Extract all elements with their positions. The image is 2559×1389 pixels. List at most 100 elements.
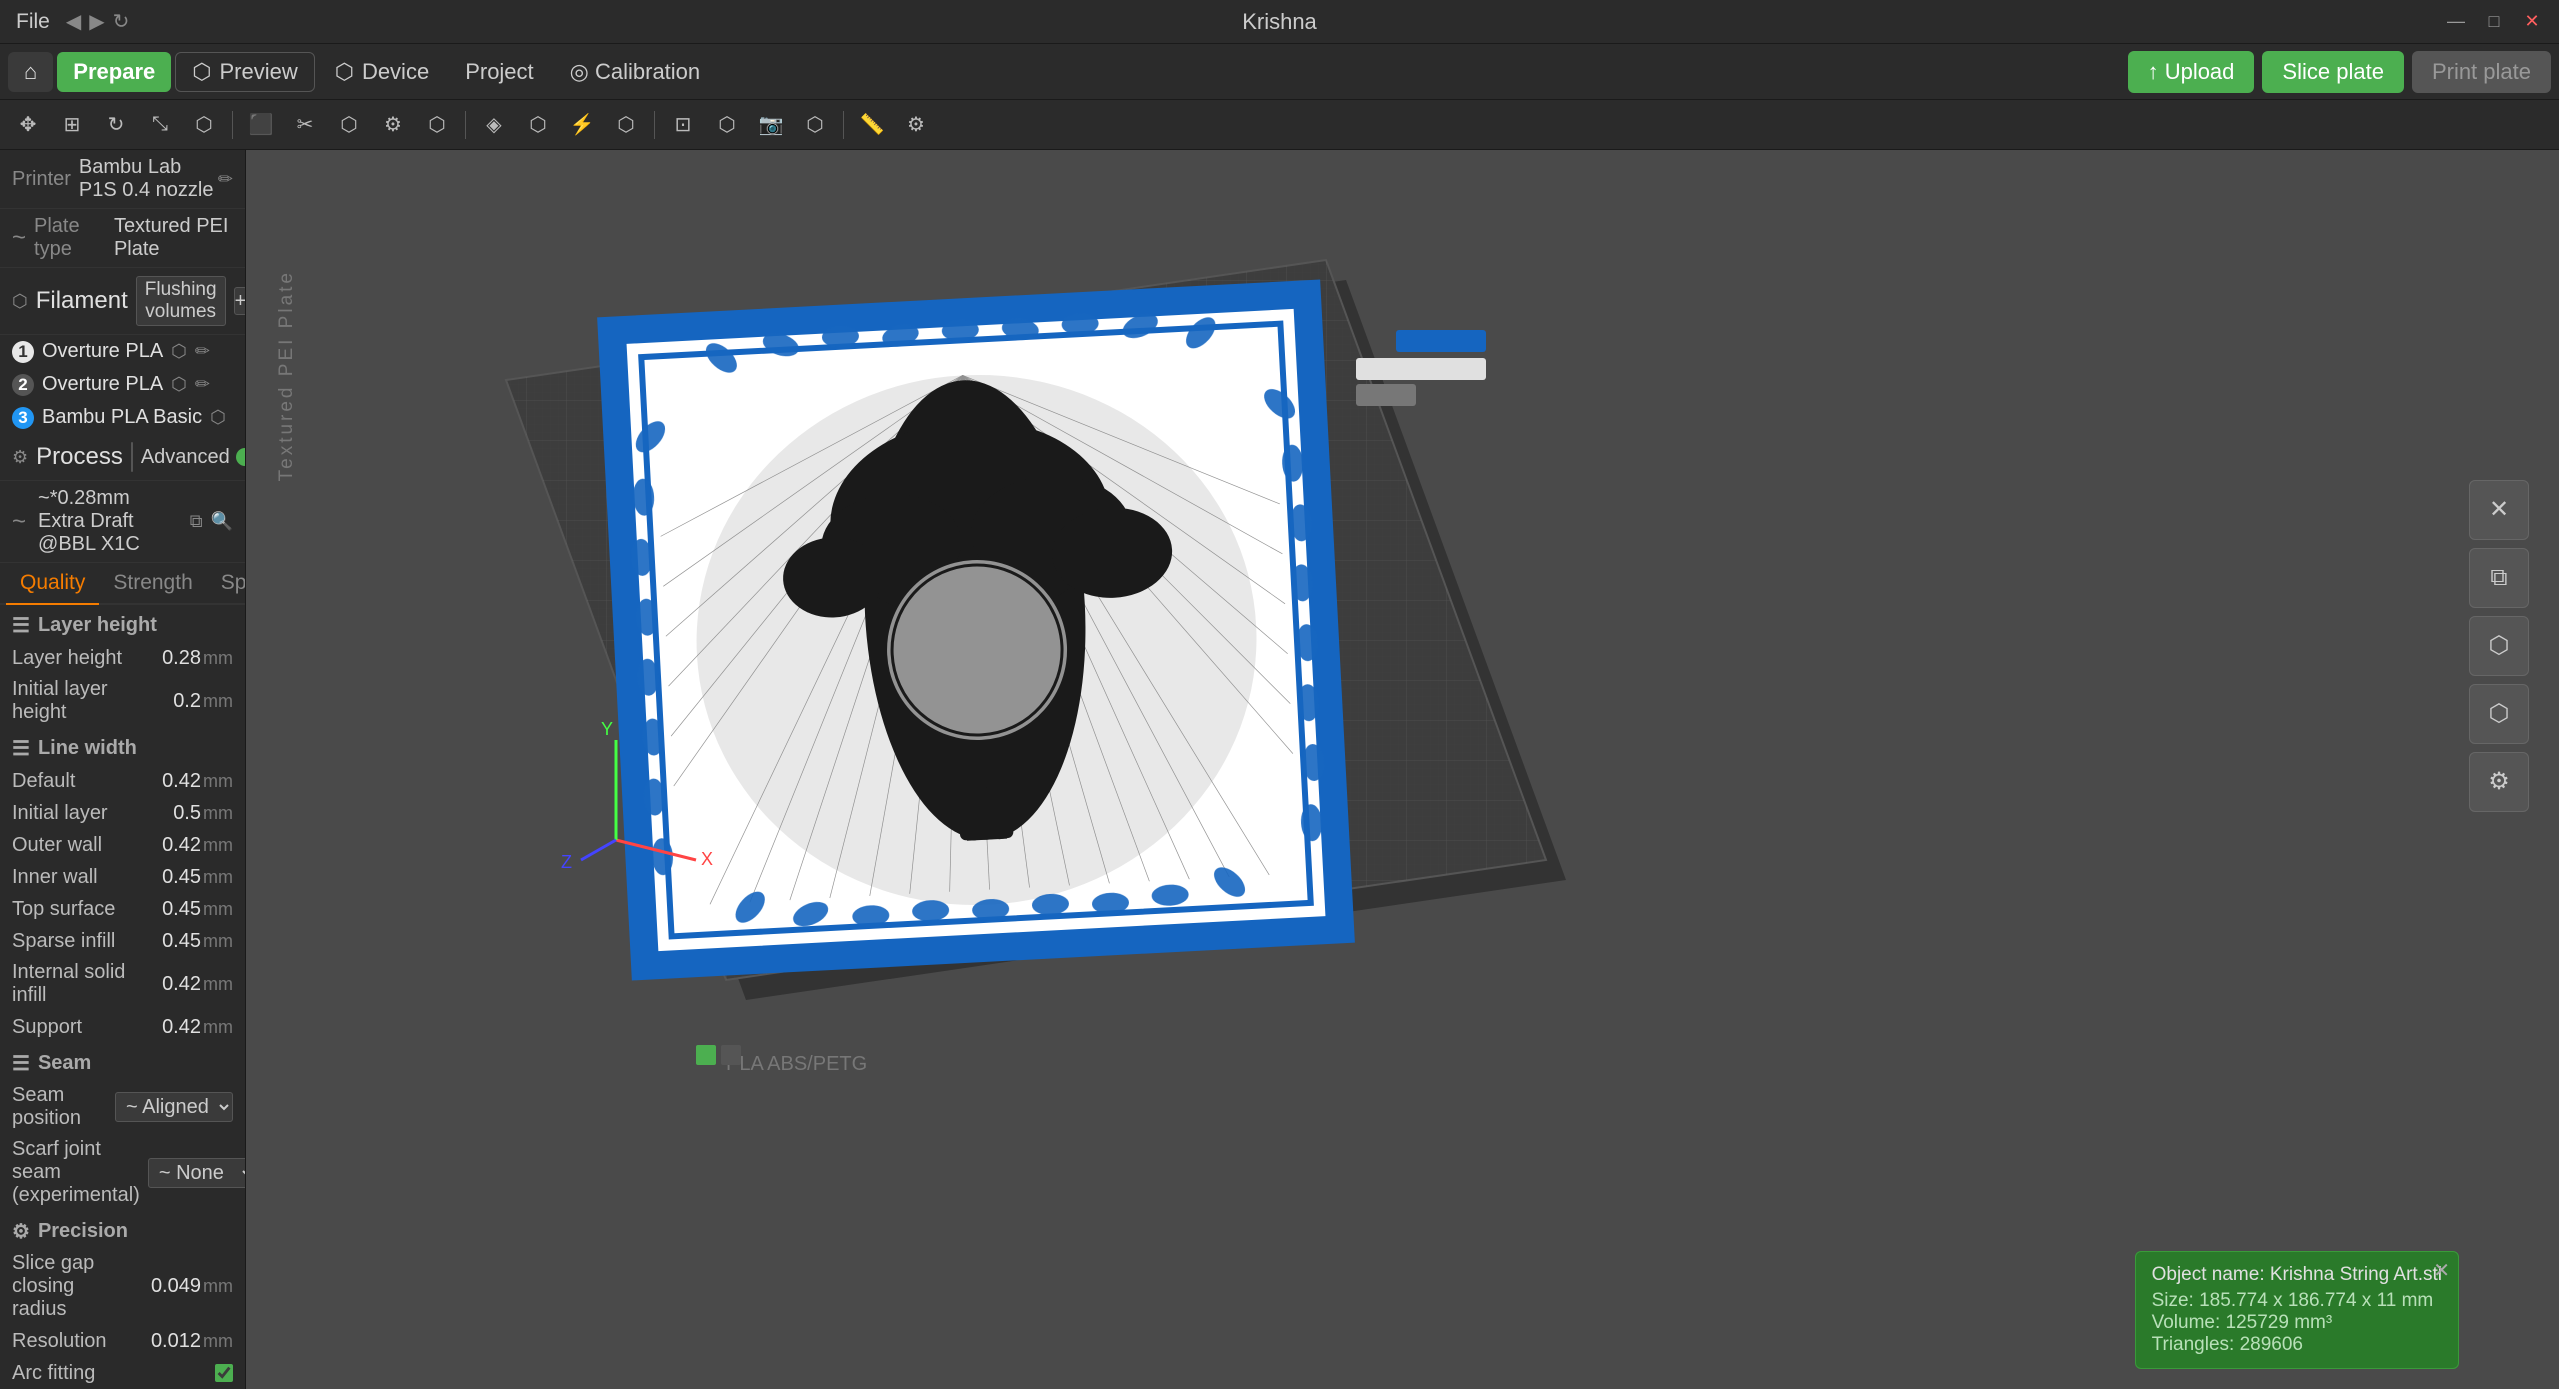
rotate-tool[interactable]: ↻ [96, 107, 136, 143]
process-tab-group: Global Objects [131, 442, 133, 472]
advanced-toggle[interactable] [236, 448, 246, 466]
filament-1-edit-icon[interactable]: ⬡ [171, 341, 187, 362]
select-tool[interactable]: ⬡ [184, 107, 224, 143]
filament-2-edit-icon[interactable]: ⬡ [171, 374, 187, 395]
setting-layer-height-unit: mm [201, 648, 233, 669]
plate-type-row: ~ Plate type Textured PEI Plate [0, 209, 245, 268]
info-close-button[interactable]: ✕ [2433, 1258, 2450, 1283]
close-button[interactable]: ✕ [2521, 11, 2543, 33]
arrange-tool[interactable]: ⬡ [518, 107, 558, 143]
calibration-button[interactable]: ◎ Calibration [554, 52, 716, 92]
preview-button[interactable]: ⬡ ⬡ Preview Preview [175, 52, 314, 92]
mesh-tool[interactable]: ⬡ [606, 107, 646, 143]
setting-initial-layer-height-value[interactable]: 0.2 [141, 690, 201, 713]
zoom-fit[interactable]: ⬡ [707, 107, 747, 143]
seam-paint[interactable]: ⬡ [417, 107, 457, 143]
main-area: Printer Bambu Lab P1S 0.4 nozzle ✏ ~ Pla… [0, 150, 2559, 1389]
right-sidebar: ✕ ⧉ ⬡ ⬡ ⚙ [2469, 480, 2529, 812]
setting-initial-layer-width-value[interactable]: 0.5 [141, 802, 201, 825]
setting-arc-fitting-checkbox[interactable] [215, 1364, 233, 1382]
group-line-width-icon: ☰ [12, 736, 30, 761]
setting-seam-position-label: Seam position [12, 1084, 115, 1130]
filament-3-edit-icon[interactable]: ⬡ [210, 407, 226, 428]
setting-support-width-value[interactable]: 0.42 [141, 1016, 201, 1039]
minimize-button[interactable]: — [2445, 11, 2467, 33]
print-button[interactable]: Print plate [2412, 51, 2551, 93]
tab-global[interactable]: Global [132, 443, 133, 471]
setting-outer-wall-label: Outer wall [12, 834, 141, 857]
setting-initial-layer-height-label: Initial layer height [12, 678, 141, 724]
qtab-quality[interactable]: Quality [6, 563, 99, 605]
right-btn-view[interactable]: ⬡ [2469, 616, 2529, 676]
advanced-row: Advanced [141, 446, 246, 469]
group-line-width-label: Line width [38, 737, 137, 760]
setting-inner-wall-label: Inner wall [12, 866, 141, 889]
home-button[interactable]: ⌂ [8, 52, 53, 92]
prepare-button[interactable]: Prepare [57, 52, 171, 92]
layer-tool[interactable]: ⚡ [562, 107, 602, 143]
filament-item-1: 1 Overture PLA ⬡ ✏ [0, 335, 245, 368]
cut-tool[interactable]: ✂ [285, 107, 325, 143]
setting-arc-fitting-label: Arc fitting [12, 1362, 215, 1385]
filament-1-settings-icon[interactable]: ✏ [195, 341, 210, 362]
setting-inner-wall: Inner wall 0.45 mm [0, 861, 245, 893]
qtab-speed[interactable]: Speed [207, 563, 246, 605]
setting-top-surface-value[interactable]: 0.45 [141, 898, 201, 921]
filament-2-settings-icon[interactable]: ✏ [195, 374, 210, 395]
support-paint[interactable]: ⚙ [373, 107, 413, 143]
light-tool[interactable]: ⬡ [795, 107, 835, 143]
move-tool[interactable]: ✥ [8, 107, 48, 143]
slice-button[interactable]: Slice plate [2262, 51, 2404, 93]
setting-arc-fitting: Arc fitting [0, 1357, 245, 1389]
right-btn-gear[interactable]: ⚙ [2469, 752, 2529, 812]
preview-icon: ⬡ [192, 59, 211, 85]
setting-internal-solid-unit: mm [201, 974, 233, 995]
filament-3-num: 3 [12, 407, 34, 429]
right-btn-orient[interactable]: ⬡ [2469, 684, 2529, 744]
camera-tool[interactable]: 📷 [751, 107, 791, 143]
setting-resolution-value[interactable]: 0.012 [141, 1330, 201, 1353]
grid-tool[interactable]: ⊞ [52, 107, 92, 143]
measure-tool[interactable]: 📏 [852, 107, 892, 143]
paint-tool[interactable]: ⬡ [329, 107, 369, 143]
printer-section-label: Printer [12, 168, 71, 191]
viewport[interactable]: Textured PEI Plate [246, 150, 2559, 1389]
setting-slice-gap-value[interactable]: 0.049 [141, 1275, 201, 1298]
setting-layer-height-value[interactable]: 0.28 [141, 647, 201, 670]
printer-settings-icon[interactable]: ✏ [218, 169, 233, 190]
filament-add-button[interactable]: + [234, 287, 246, 315]
project-button[interactable]: Project [449, 52, 549, 92]
orient-tool[interactable]: ◈ [474, 107, 514, 143]
setting-scarf-joint-select[interactable]: ~ None Enabled [148, 1158, 245, 1188]
setting-inner-wall-value[interactable]: 0.45 [141, 866, 201, 889]
file-menu[interactable]: File [16, 10, 50, 34]
setting-outer-wall-value[interactable]: 0.42 [141, 834, 201, 857]
view-reset[interactable]: ⊡ [663, 107, 703, 143]
setting-outer-wall-unit: mm [201, 835, 233, 856]
device-button[interactable]: ⬡ Device [319, 52, 445, 92]
upload-button[interactable]: ↑ Upload [2128, 51, 2255, 93]
setting-seam-position-select[interactable]: ~ Aligned Random Nearest [115, 1092, 233, 1122]
profile-search-icon[interactable]: 🔍 [211, 511, 233, 532]
group-seam: ☰ Seam [0, 1043, 245, 1080]
qtab-strength[interactable]: Strength [99, 563, 206, 605]
setting-internal-solid-value[interactable]: 0.42 [141, 973, 201, 996]
profile-copy-icon[interactable]: ⧉ [190, 511, 203, 532]
filament-1-name: Overture PLA [42, 340, 163, 363]
svg-text:Y: Y [601, 719, 613, 739]
info-volume: Volume: 125729 mm³ [2152, 1312, 2442, 1334]
main-toolbar: ⌂ Prepare ⬡ ⬡ Preview Preview ⬡ Device P… [0, 44, 2559, 100]
right-btn-close[interactable]: ✕ [2469, 480, 2529, 540]
setting-default-width-value[interactable]: 0.42 [141, 770, 201, 793]
maximize-button[interactable]: □ [2483, 11, 2505, 33]
right-btn-layers[interactable]: ⧉ [2469, 548, 2529, 608]
scale-tool[interactable]: ⤡ [140, 107, 180, 143]
setting-slice-gap: Slice gap closing radius 0.049 mm [0, 1248, 245, 1325]
select-all[interactable]: ⬛ [241, 107, 281, 143]
info-size: Size: 185.774 x 186.774 x 11 mm [2152, 1290, 2442, 1312]
settings-tool[interactable]: ⚙ [896, 107, 936, 143]
svg-text:PLA ABS/PETG: PLA ABS/PETG [726, 1053, 867, 1075]
setting-slice-gap-unit: mm [201, 1276, 233, 1297]
flushing-volumes-button[interactable]: Flushing volumes [136, 276, 226, 326]
setting-sparse-infill-value[interactable]: 0.45 [141, 930, 201, 953]
